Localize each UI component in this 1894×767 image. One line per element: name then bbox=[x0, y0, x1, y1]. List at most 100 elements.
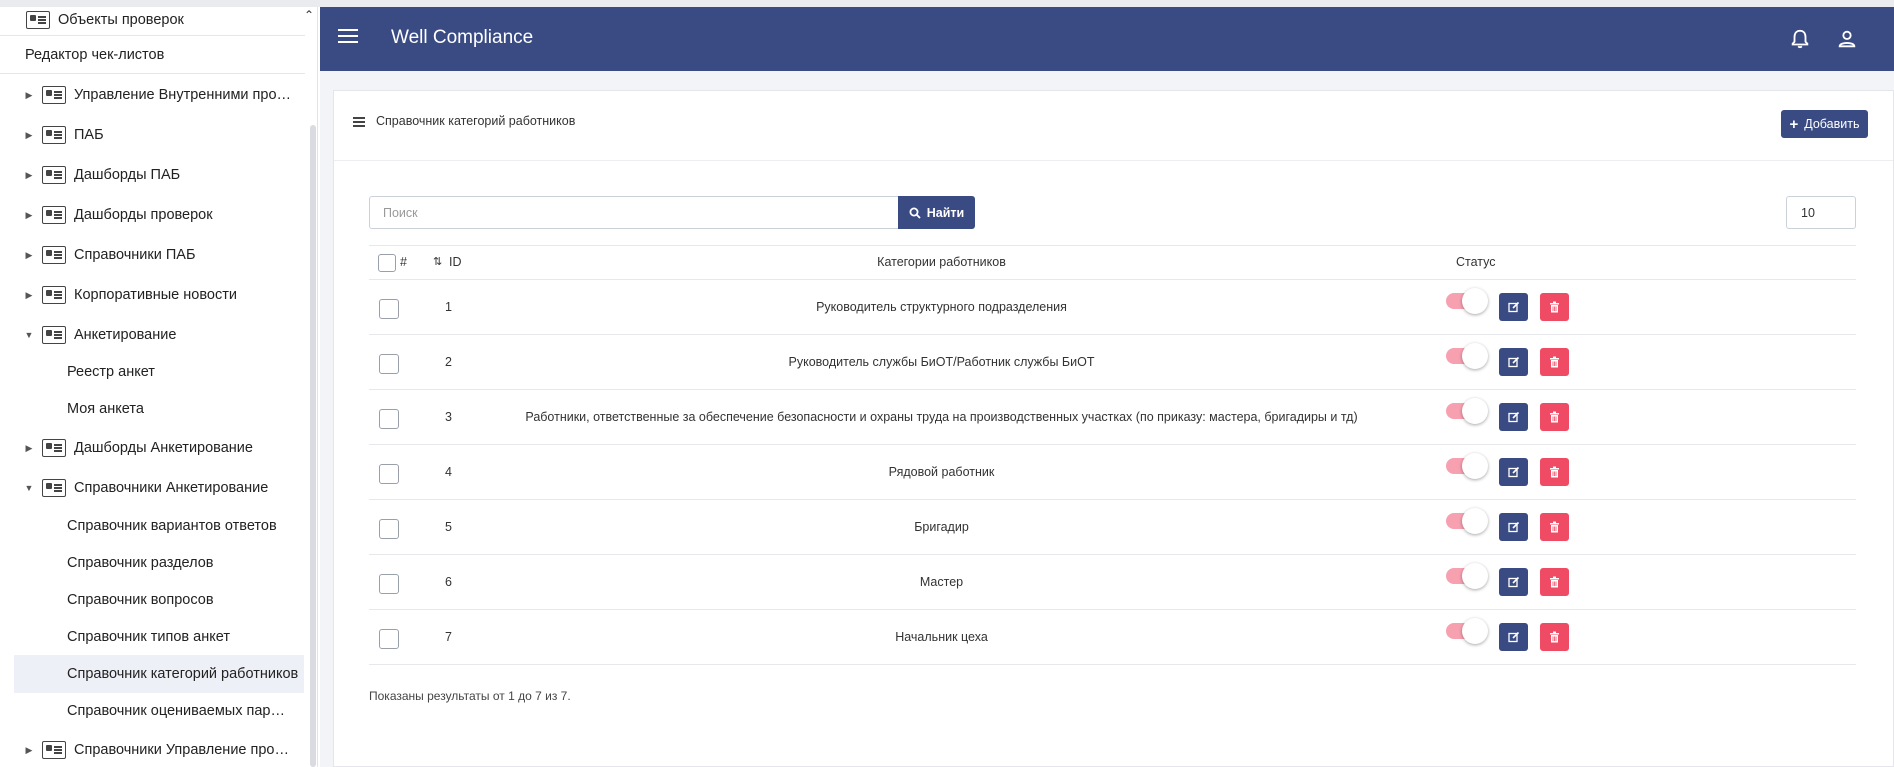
toggle-knob bbox=[1462, 343, 1488, 369]
edit-button[interactable] bbox=[1499, 458, 1528, 486]
sidebar: Объекты проверок ⌃ Редактор чек-листов ▶… bbox=[0, 7, 318, 767]
delete-button[interactable] bbox=[1540, 623, 1569, 651]
edit-icon bbox=[1507, 576, 1519, 588]
top-app-bar: Well Compliance bbox=[320, 7, 1894, 71]
delete-button[interactable] bbox=[1540, 403, 1569, 431]
results-summary: Показаны результаты от 1 до 7 из 7. bbox=[369, 689, 571, 703]
sidebar-item-my-survey[interactable]: Моя анкета bbox=[0, 390, 305, 428]
id-card-icon bbox=[42, 166, 66, 184]
sidebar-item-surveys[interactable]: ▼ Анкетирование bbox=[0, 316, 305, 354]
trash-icon bbox=[1550, 411, 1559, 423]
edit-icon bbox=[1507, 411, 1519, 423]
delete-button[interactable] bbox=[1540, 513, 1569, 541]
row-category: Рядовой работник bbox=[888, 465, 995, 479]
delete-button[interactable] bbox=[1540, 293, 1569, 321]
table-row: 1 Руководитель структурного подразделения bbox=[369, 280, 1856, 335]
id-card-icon bbox=[42, 206, 66, 224]
sidebar-scrollbar[interactable] bbox=[310, 125, 316, 767]
edit-button[interactable] bbox=[1499, 623, 1528, 651]
sidebar-item-pab-dashboards[interactable]: ▶ Дашборды ПАБ bbox=[0, 156, 305, 194]
sidebar-item-survey-types[interactable]: Справочник типов анкет bbox=[0, 618, 305, 656]
column-status: Статус bbox=[1456, 255, 1496, 269]
id-card-icon bbox=[42, 439, 66, 457]
top-strip bbox=[0, 0, 1894, 7]
trash-icon bbox=[1550, 301, 1559, 313]
sidebar-item-survey-registry[interactable]: Реестр анкет bbox=[0, 353, 305, 391]
reference-card: Справочник категорий работников + Добави… bbox=[333, 90, 1894, 767]
toggle-knob bbox=[1462, 618, 1488, 644]
search-input[interactable]: Поиск bbox=[369, 196, 899, 229]
search-button[interactable]: Найти bbox=[898, 196, 975, 229]
caret-right-icon: ▶ bbox=[25, 129, 33, 140]
caret-right-icon: ▶ bbox=[25, 209, 33, 220]
table-row: 4 Рядовой работник bbox=[369, 445, 1856, 500]
row-category: Бригадир bbox=[914, 520, 969, 534]
id-card-icon bbox=[26, 11, 50, 29]
card-header: Справочник категорий работников + Добави… bbox=[334, 91, 1893, 161]
id-card-icon bbox=[42, 246, 66, 264]
row-category: Работники, ответственные за обеспечение … bbox=[525, 410, 1358, 424]
id-card-icon bbox=[42, 479, 66, 497]
bell-icon[interactable] bbox=[1789, 27, 1811, 51]
toggle-knob bbox=[1462, 288, 1488, 314]
id-card-icon bbox=[42, 286, 66, 304]
chevron-up-icon[interactable]: ⌃ bbox=[304, 8, 314, 22]
status-toggle[interactable] bbox=[1446, 618, 1488, 644]
delete-button[interactable] bbox=[1540, 458, 1569, 486]
edit-button[interactable] bbox=[1499, 513, 1528, 541]
menu-icon[interactable] bbox=[338, 29, 358, 43]
sidebar-item-audit-dashboards[interactable]: ▶ Дашборды проверок bbox=[0, 196, 305, 234]
status-toggle[interactable] bbox=[1446, 398, 1488, 424]
sidebar-item-internal-audits[interactable]: ▶ Управление Внутренними проверками bbox=[0, 76, 305, 114]
sidebar-item-sections[interactable]: Справочник разделов bbox=[0, 544, 305, 582]
edit-button[interactable] bbox=[1499, 348, 1528, 376]
caret-down-icon: ▼ bbox=[24, 330, 34, 340]
status-toggle[interactable] bbox=[1446, 343, 1488, 369]
id-card-icon bbox=[42, 741, 66, 759]
status-toggle[interactable] bbox=[1446, 508, 1488, 534]
delete-button[interactable] bbox=[1540, 568, 1569, 596]
sidebar-item-questions[interactable]: Справочник вопросов bbox=[0, 581, 305, 619]
edit-button[interactable] bbox=[1499, 568, 1528, 596]
table-row: 5 Бригадир bbox=[369, 500, 1856, 555]
edit-button[interactable] bbox=[1499, 403, 1528, 431]
table-row: 6 Мастер bbox=[369, 555, 1856, 610]
sidebar-item-pab[interactable]: ▶ ПАБ bbox=[0, 116, 305, 154]
add-button[interactable]: + Добавить bbox=[1781, 110, 1868, 138]
caret-right-icon: ▶ bbox=[25, 442, 33, 453]
plus-icon: + bbox=[1789, 115, 1799, 133]
status-toggle[interactable] bbox=[1446, 453, 1488, 479]
trash-icon bbox=[1550, 521, 1559, 533]
trash-icon bbox=[1550, 631, 1559, 643]
edit-icon bbox=[1507, 631, 1519, 643]
sidebar-item-corporate-news[interactable]: ▶ Корпоративные новости bbox=[0, 276, 305, 314]
user-icon[interactable] bbox=[1836, 27, 1858, 51]
row-category: Начальник цеха bbox=[895, 630, 988, 644]
sidebar-item-evaluated-parameters[interactable]: Справочник оцениваемых параметров bbox=[0, 692, 305, 730]
toggle-knob bbox=[1462, 563, 1488, 589]
delete-button[interactable] bbox=[1540, 348, 1569, 376]
sidebar-item-production-safety-references[interactable]: ▶ Справочники Управление производственно… bbox=[0, 731, 305, 767]
divider bbox=[0, 73, 305, 74]
sidebar-item-survey-dashboards[interactable]: ▶ Дашборды Анкетирование bbox=[0, 429, 305, 467]
page-size-input[interactable]: 10 bbox=[1786, 196, 1856, 229]
sidebar-item-survey-references[interactable]: ▼ Справочники Анкетирование bbox=[0, 469, 305, 507]
sidebar-item-checklist-editor[interactable]: Редактор чек-листов bbox=[0, 36, 305, 74]
caret-right-icon: ▶ bbox=[25, 249, 33, 260]
edit-button[interactable] bbox=[1499, 293, 1528, 321]
page-title: Справочник категорий работников bbox=[376, 114, 576, 128]
edit-icon bbox=[1507, 466, 1519, 478]
sidebar-item-answer-options[interactable]: Справочник вариантов ответов bbox=[0, 507, 305, 545]
table-row: 3 Работники, ответственные за обеспечение… bbox=[369, 390, 1856, 445]
row-category: Руководитель службы БиОТ/Работник службы… bbox=[788, 355, 1095, 369]
caret-down-icon: ▼ bbox=[24, 483, 34, 493]
status-toggle[interactable] bbox=[1446, 563, 1488, 589]
sidebar-item-pab-references[interactable]: ▶ Справочники ПАБ bbox=[0, 236, 305, 274]
table-row: 7 Начальник цеха bbox=[369, 610, 1856, 665]
id-card-icon bbox=[42, 326, 66, 344]
caret-right-icon: ▶ bbox=[25, 289, 33, 300]
sidebar-item-worker-categories[interactable]: Справочник категорий работников bbox=[14, 655, 304, 693]
status-toggle[interactable] bbox=[1446, 288, 1488, 314]
table-row: 2 Руководитель службы БиОТ/Работник служб… bbox=[369, 335, 1856, 390]
toggle-knob bbox=[1462, 398, 1488, 424]
